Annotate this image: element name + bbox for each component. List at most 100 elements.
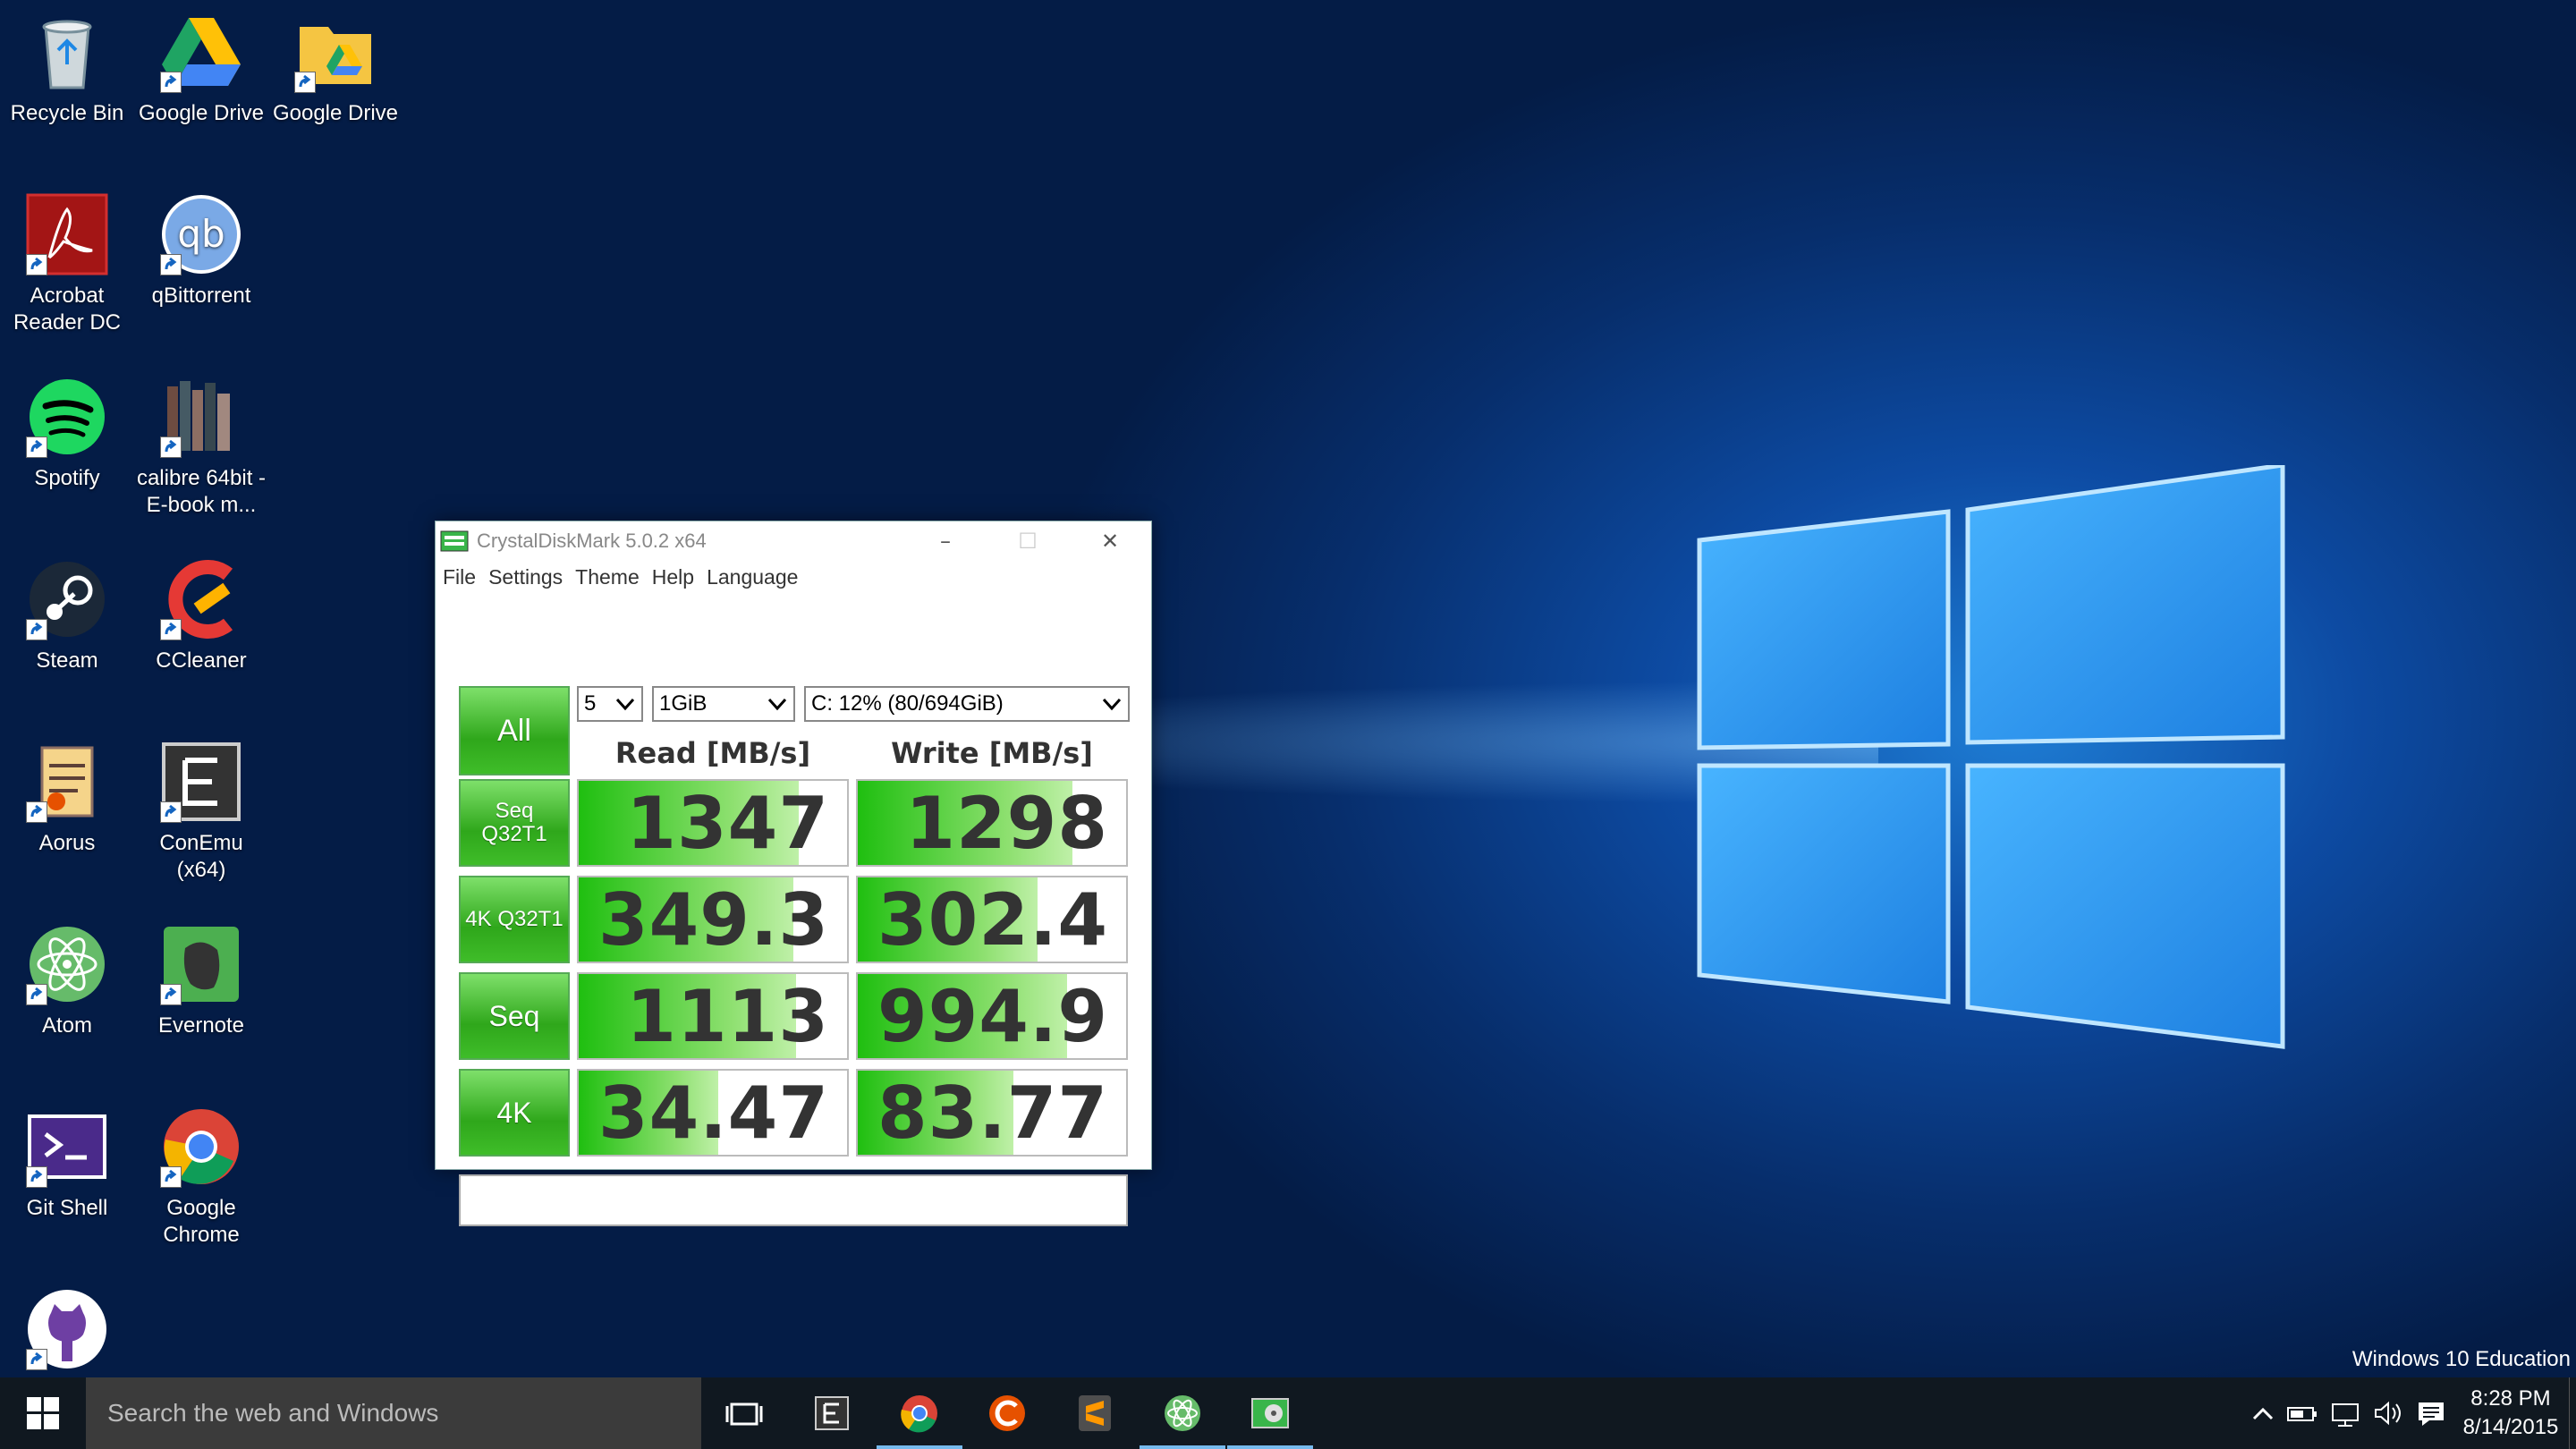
desktop-icon-spotify[interactable]: Spotify	[0, 374, 134, 492]
title-bar[interactable]: CrystalDiskMark 5.0.2 x64 – ☐ ✕	[436, 521, 1151, 561]
write-result-value: 302.4	[877, 877, 1108, 962]
desktop-icon-steam[interactable]: Steam	[0, 556, 134, 674]
desktop-icon-conemu[interactable]: ConEmu (x64)	[134, 739, 268, 884]
taskbar-atom-button[interactable]	[1140, 1377, 1225, 1449]
write-result-cell: 994.9	[856, 972, 1128, 1060]
atom-icon	[24, 921, 110, 1007]
all-button-label: All	[497, 714, 531, 748]
shortcut-arrow-icon	[160, 254, 182, 275]
test-button[interactable]: 4K	[459, 1069, 570, 1157]
ccleaner-icon	[158, 556, 244, 642]
google-drive-folder-icon	[292, 9, 378, 95]
write-result-value: 1298	[905, 781, 1108, 865]
taskbar-conemu-button[interactable]	[789, 1377, 875, 1449]
test-button-label: Seq	[488, 1000, 540, 1032]
taskbar-task-view-button[interactable]	[701, 1377, 787, 1449]
clock-date: 8/14/2015	[2462, 1415, 2559, 1439]
size-value: 1GiB	[659, 691, 708, 716]
desktop-icon-ccleaner[interactable]: CCleaner	[134, 556, 268, 674]
close-button[interactable]: ✕	[1069, 521, 1151, 561]
battery-icon[interactable]	[2281, 1395, 2324, 1431]
clock[interactable]: 8:28 PM 8/14/2015	[2453, 1385, 2569, 1442]
volume-icon[interactable]	[2367, 1395, 2410, 1431]
steam-icon	[24, 556, 110, 642]
show-desktop-button[interactable]	[2569, 1377, 2576, 1449]
svg-text:qb: qb	[177, 212, 225, 256]
desktop-icon-label: Google Chrome	[163, 1196, 240, 1247]
start-button[interactable]	[0, 1377, 86, 1449]
windows-edition-label: Windows 10 Education	[2351, 1347, 2571, 1371]
read-result-value: 349.3	[597, 877, 829, 962]
github-icon	[24, 1286, 110, 1372]
desktop-icon-aorus[interactable]: Aorus	[0, 739, 134, 857]
all-button[interactable]: All	[459, 686, 570, 775]
read-header: Read [MB/s]	[614, 736, 811, 770]
taskbar-ccleaner-button[interactable]	[964, 1377, 1050, 1449]
desktop-icon-acrobat[interactable]: Acrobat Reader DC	[0, 191, 134, 336]
read-result-value: 1347	[626, 781, 829, 865]
test-button[interactable]: Seq Q32T1	[459, 779, 570, 867]
chevron-down-icon	[615, 698, 635, 711]
shortcut-arrow-icon	[26, 801, 47, 823]
search-box[interactable]: Search the web and Windows	[86, 1377, 701, 1449]
write-result-cell: 1298	[856, 779, 1128, 867]
desktop-icon-google-drive[interactable]: Google Drive	[134, 9, 268, 127]
count-select[interactable]: 5	[577, 686, 643, 722]
taskbar-chrome-button[interactable]	[877, 1377, 962, 1449]
git-shell-icon	[24, 1104, 110, 1190]
menu-theme[interactable]: Theme	[575, 565, 640, 589]
chevron-up-icon[interactable]	[2245, 1395, 2281, 1431]
read-result-cell: 349.3	[577, 876, 849, 963]
test-button-label: 4K Q32T1	[465, 907, 564, 931]
desktop-icon-label: calibre 64bit - E-book m...	[136, 466, 267, 517]
chrome-icon	[901, 1395, 937, 1433]
test-button[interactable]: Seq	[459, 972, 570, 1060]
menu-settings[interactable]: Settings	[488, 565, 563, 589]
menu-language[interactable]: Language	[707, 565, 798, 589]
desktop-icon-qbittorrent[interactable]: qb qBittorrent	[134, 191, 268, 309]
sublime-icon	[1079, 1395, 1111, 1431]
desktop-icon-label: Google Drive	[138, 101, 265, 125]
recycle-bin-icon	[24, 9, 110, 95]
network-icon[interactable]	[2324, 1395, 2367, 1431]
desktop-icon-git-shell[interactable]: Git Shell	[0, 1104, 134, 1222]
comment-field[interactable]	[459, 1174, 1128, 1226]
taskbar-sublime-button[interactable]	[1052, 1377, 1138, 1449]
chevron-down-icon	[1102, 698, 1122, 711]
read-result-cell: 1113	[577, 972, 849, 1060]
desktop-icon-calibre[interactable]: calibre 64bit - E-book m...	[134, 374, 268, 519]
desktop-icon-label: Google Drive	[272, 101, 399, 125]
taskbar-crystaldiskmark-button[interactable]	[1227, 1377, 1313, 1449]
desktop-icon-label: Atom	[41, 1013, 92, 1038]
desktop-icon-evernote[interactable]: Evernote	[134, 921, 268, 1039]
maximize-button[interactable]: ☐	[987, 521, 1069, 561]
crystaldiskmark-window[interactable]: CrystalDiskMark 5.0.2 x64 – ☐ ✕ File Set…	[435, 521, 1152, 1226]
spotify-icon	[24, 374, 110, 460]
windows-start-icon	[27, 1397, 59, 1429]
desktop-icon-label: Evernote	[157, 1013, 245, 1038]
menu-file[interactable]: File	[443, 565, 476, 589]
desktop-icon-recycle-bin[interactable]: Recycle Bin	[0, 9, 134, 127]
minimize-button[interactable]: –	[904, 521, 987, 561]
conemu-icon	[158, 739, 244, 825]
desktop-icon-label: Steam	[36, 648, 98, 673]
benchmark-panel: All 5 1GiB C: 12% (80/694GiB) Read [MB/s…	[436, 593, 1151, 1226]
test-button-label: Seq Q32T1	[481, 799, 547, 846]
menu-bar: File Settings Theme Help Language	[436, 561, 1151, 593]
crystaldiskmark-icon	[1251, 1398, 1289, 1428]
drive-select[interactable]: C: 12% (80/694GiB)	[804, 686, 1130, 722]
clock-time: 8:28 PM	[2470, 1386, 2551, 1411]
test-button[interactable]: 4K Q32T1	[459, 876, 570, 963]
shortcut-arrow-icon	[160, 801, 182, 823]
shortcut-arrow-icon	[26, 984, 47, 1005]
read-result-value: 34.47	[597, 1071, 829, 1155]
desktop-icon-chrome[interactable]: Google Chrome	[134, 1104, 268, 1249]
shortcut-arrow-icon	[294, 72, 316, 93]
desktop-icon-google-drive-folder[interactable]: Google Drive	[268, 9, 402, 127]
size-select[interactable]: 1GiB	[652, 686, 795, 722]
desktop-icon-atom[interactable]: Atom	[0, 921, 134, 1039]
desktop-icon-label: Recycle Bin	[10, 101, 124, 125]
action-center-icon[interactable]	[2410, 1395, 2453, 1431]
menu-help[interactable]: Help	[652, 565, 694, 589]
write-header: Write [MB/s]	[891, 736, 1093, 770]
